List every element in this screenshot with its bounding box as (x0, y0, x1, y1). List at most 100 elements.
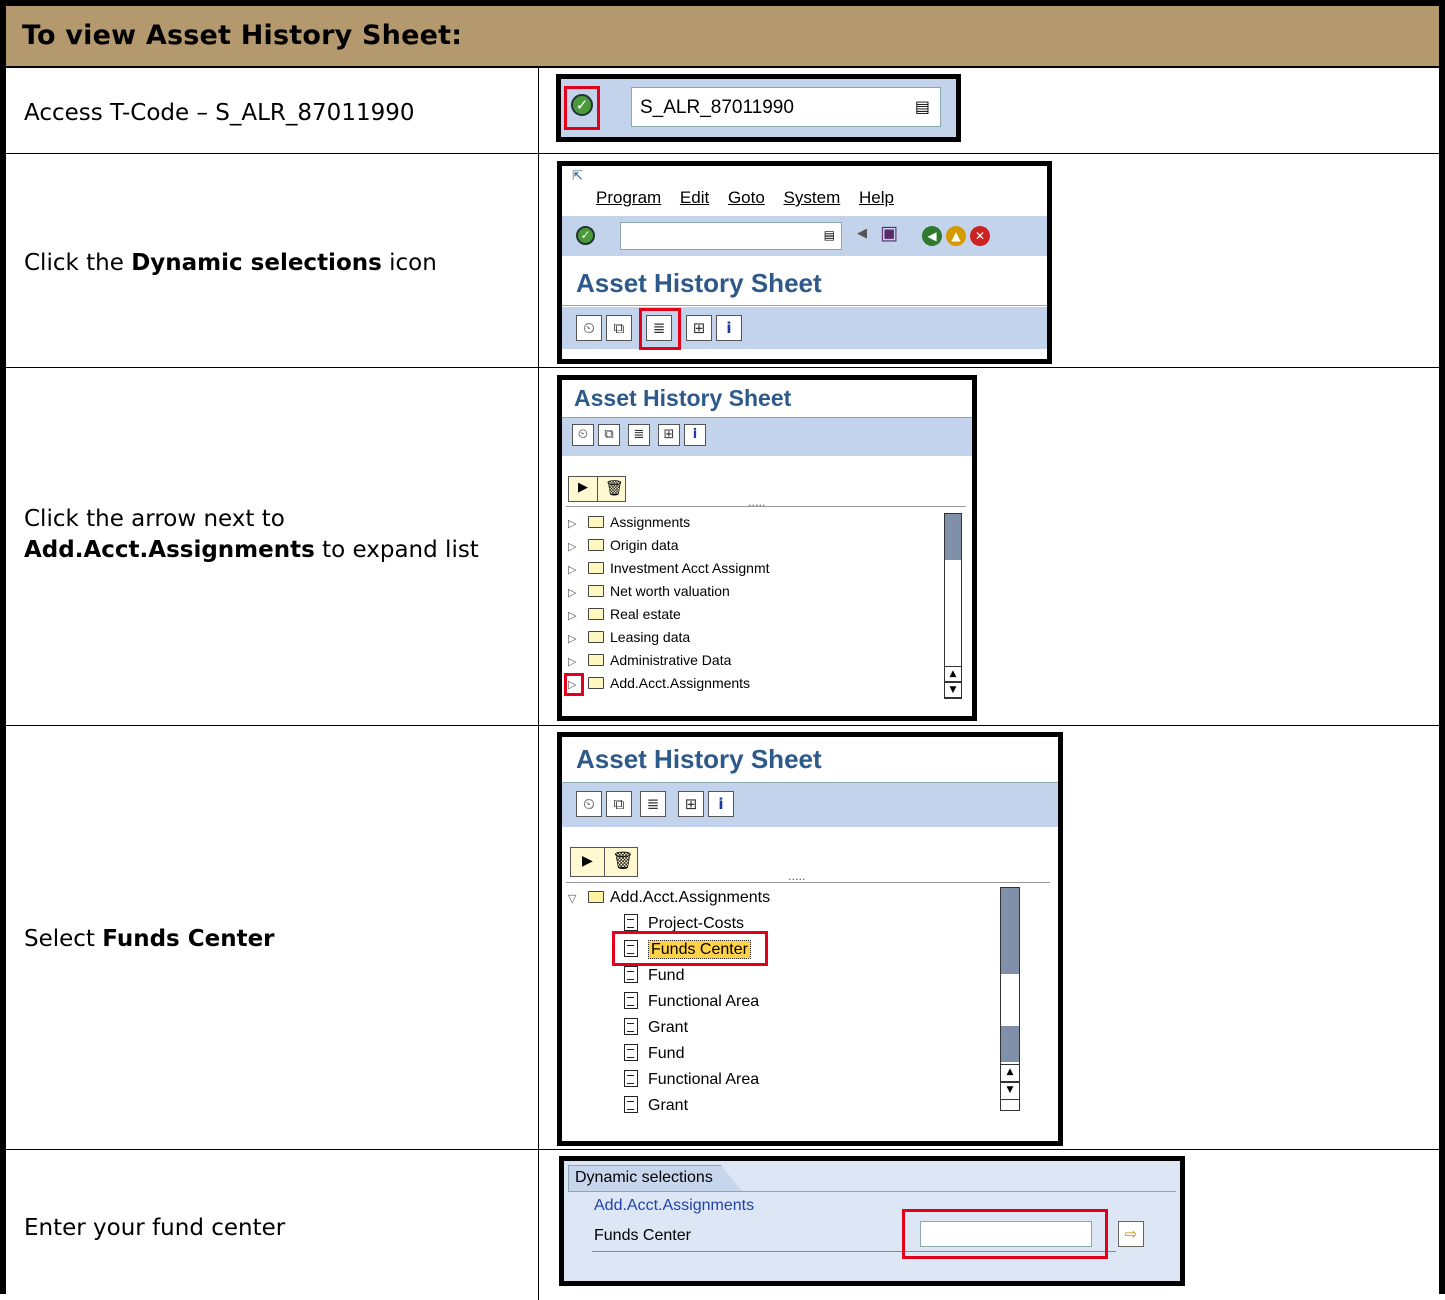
tree-node-add-acct-assignments[interactable]: ▷ Add.Acct.Assignments (568, 672, 750, 695)
command-field-value: S_ALR_87011990 (640, 97, 794, 118)
expand-arrow-icon[interactable]: ▷ (568, 628, 580, 651)
splitter-line (566, 506, 966, 507)
exit-menu-icon[interactable]: ⇱ (572, 169, 583, 184)
menu-help[interactable]: Help (859, 188, 894, 207)
tree-leaf-fund-2[interactable]: Fund (624, 1041, 684, 1067)
expand-arrow-icon[interactable]: ▷ (568, 559, 580, 582)
tree-leaf-fund[interactable]: Fund (624, 963, 684, 989)
tree-node-leasing-data[interactable]: ▷ Leasing data (568, 626, 690, 649)
tree-node-add-acct-assignments[interactable]: ▽ Add.Acct.Assignments (568, 885, 770, 911)
tree-leaf-grant[interactable]: Grant (624, 1015, 688, 1041)
info-icon[interactable]: i (708, 791, 734, 817)
folder-icon (588, 654, 604, 666)
application-toolbar: ⏲ ⧉ ≣ ⊞ i (562, 418, 972, 456)
selection-options-icon[interactable]: ⊞ (678, 791, 704, 817)
back-arrow-icon[interactable]: ◀ (857, 226, 867, 241)
variants-icon[interactable]: ⧉ (598, 424, 620, 446)
tree-node-net-worth[interactable]: ▷ Net worth valuation (568, 580, 730, 603)
tree-leaf-functional-area[interactable]: Functional Area (624, 989, 759, 1015)
highlight-funds-center (612, 931, 768, 966)
scroll-up-icon[interactable]: ▲ (944, 666, 962, 682)
cancel-icon[interactable]: ✕ (970, 226, 990, 246)
tree-leaf-grant-2[interactable]: Grant (624, 1093, 688, 1119)
tree-scrollbar[interactable]: ▲ ▼ (1000, 887, 1020, 1111)
tree-node-real-estate[interactable]: ▷ Real estate (568, 603, 681, 626)
document-title: To view Asset History Sheet: (22, 20, 463, 51)
menu-goto[interactable]: Goto (728, 188, 765, 207)
dynamic-selections-tab[interactable]: Dynamic selections (568, 1165, 742, 1191)
delete-icon[interactable]: 🗑 (612, 851, 634, 871)
tree-controls: ▶ 🗑 (570, 847, 638, 877)
document-icon (624, 1096, 638, 1113)
step-4-instruction: Select Funds Center (6, 726, 539, 1149)
selection-options-icon[interactable]: ⊞ (686, 315, 712, 341)
tree-node-assignments[interactable]: ▷ Assignments (568, 511, 690, 534)
expand-icon[interactable]: ▶ (582, 853, 593, 869)
menu-system[interactable]: System (784, 188, 841, 207)
scrollbar-thumb[interactable] (1001, 888, 1019, 974)
tab-divider (568, 1191, 1176, 1192)
splitter-dots: ..... (748, 496, 766, 509)
highlight-funds-center-input (902, 1209, 1108, 1259)
group-heading: Add.Acct.Assignments (594, 1197, 755, 1214)
dropdown-list-icon[interactable]: ▤ (824, 228, 835, 242)
tree-node-origin-data[interactable]: ▷ Origin data (568, 534, 678, 557)
tree-collapsed-screenshot: Asset History Sheet ⏲ ⧉ ≣ ⊞ i ▶ 🗑 ..... … (557, 375, 977, 721)
variants-icon[interactable]: ⧉ (606, 315, 632, 341)
tree-node-administrative-data[interactable]: ▷ Administrative Data (568, 649, 731, 672)
scroll-down-icon[interactable]: ▼ (1000, 1082, 1020, 1100)
folder-icon (588, 562, 604, 574)
step-3-screenshot-cell: Asset History Sheet ⏲ ⧉ ≣ ⊞ i ▶ 🗑 ..... … (540, 368, 1439, 725)
scroll-down-icon[interactable]: ▼ (944, 682, 962, 698)
instruction-document: To view Asset History Sheet: Access T-Co… (0, 0, 1445, 1300)
expand-icon[interactable]: ▶ (578, 480, 588, 495)
collapse-arrow-icon[interactable]: ▽ (568, 886, 580, 912)
expand-arrow-icon[interactable]: ▷ (568, 651, 580, 674)
document-icon (624, 992, 638, 1009)
execute-icon[interactable]: ⏲ (572, 424, 594, 446)
variants-icon[interactable]: ⧉ (606, 791, 632, 817)
step-5-screenshot-cell: Dynamic selections Add.Acct.Assignments … (540, 1150, 1439, 1300)
dropdown-list-icon[interactable]: ▤ (915, 97, 930, 116)
info-icon[interactable]: i (716, 315, 742, 341)
expand-arrow-icon[interactable]: ▷ (568, 513, 580, 536)
highlight-dynamic-selections (639, 308, 681, 350)
dynamic-selections-icon[interactable]: ≣ (628, 424, 650, 446)
dynamic-selections-screenshot: Dynamic selections Add.Acct.Assignments … (559, 1156, 1185, 1286)
exit-icon[interactable]: ▲ (946, 226, 966, 246)
execute-icon[interactable]: ⏲ (576, 791, 602, 817)
scroll-up-icon[interactable]: ▲ (1000, 1064, 1020, 1082)
scrollbar-thumb[interactable] (945, 514, 961, 560)
enter-check-icon[interactable]: ✓ (576, 226, 595, 245)
splitter-line (566, 882, 1050, 883)
step-1-text: Access T-Code – S_ALR_87011990 (24, 100, 415, 126)
selection-options-icon[interactable]: ⊞ (658, 424, 680, 446)
folder-icon (588, 631, 604, 643)
tree-controls: ▶ 🗑 (568, 476, 626, 502)
command-field[interactable]: ▤ (620, 222, 842, 250)
menu-program[interactable]: Program (596, 188, 661, 207)
delete-icon[interactable]: 🗑 (605, 479, 624, 497)
tree-leaf-functional-area-2[interactable]: Functional Area (624, 1067, 759, 1093)
open-folder-icon (588, 891, 604, 903)
menu-bar: Program Edit Goto System Help (596, 188, 894, 208)
execute-icon[interactable]: ⏲ (576, 315, 602, 341)
folder-icon (588, 585, 604, 597)
expand-arrow-icon[interactable]: ▷ (568, 582, 580, 605)
step-2-instruction: Click the Dynamic selections icon (6, 154, 539, 367)
back-icon[interactable]: ◀ (922, 226, 942, 246)
step-row-2: Click the Dynamic selections icon ⇱ Prog… (6, 154, 1439, 368)
info-icon[interactable]: i (684, 424, 706, 446)
tree-controls-divider (604, 848, 605, 876)
menu-edit[interactable]: Edit (680, 188, 709, 207)
document-icon (624, 1070, 638, 1087)
dynamic-selections-icon[interactable]: ≣ (640, 791, 666, 817)
folder-icon (588, 608, 604, 620)
save-icon[interactable]: ▣ (880, 222, 898, 244)
expand-arrow-icon[interactable]: ▷ (568, 605, 580, 628)
tree-scrollbar[interactable]: ▲ ▼ (944, 513, 962, 699)
command-field[interactable]: S_ALR_87011990 ▤ (631, 87, 941, 127)
expand-arrow-icon[interactable]: ▷ (568, 536, 580, 559)
tree-node-investment-acct[interactable]: ▷ Investment Acct Assignmt (568, 557, 770, 580)
multiple-selection-arrow-icon[interactable]: ⇨ (1118, 1221, 1144, 1247)
